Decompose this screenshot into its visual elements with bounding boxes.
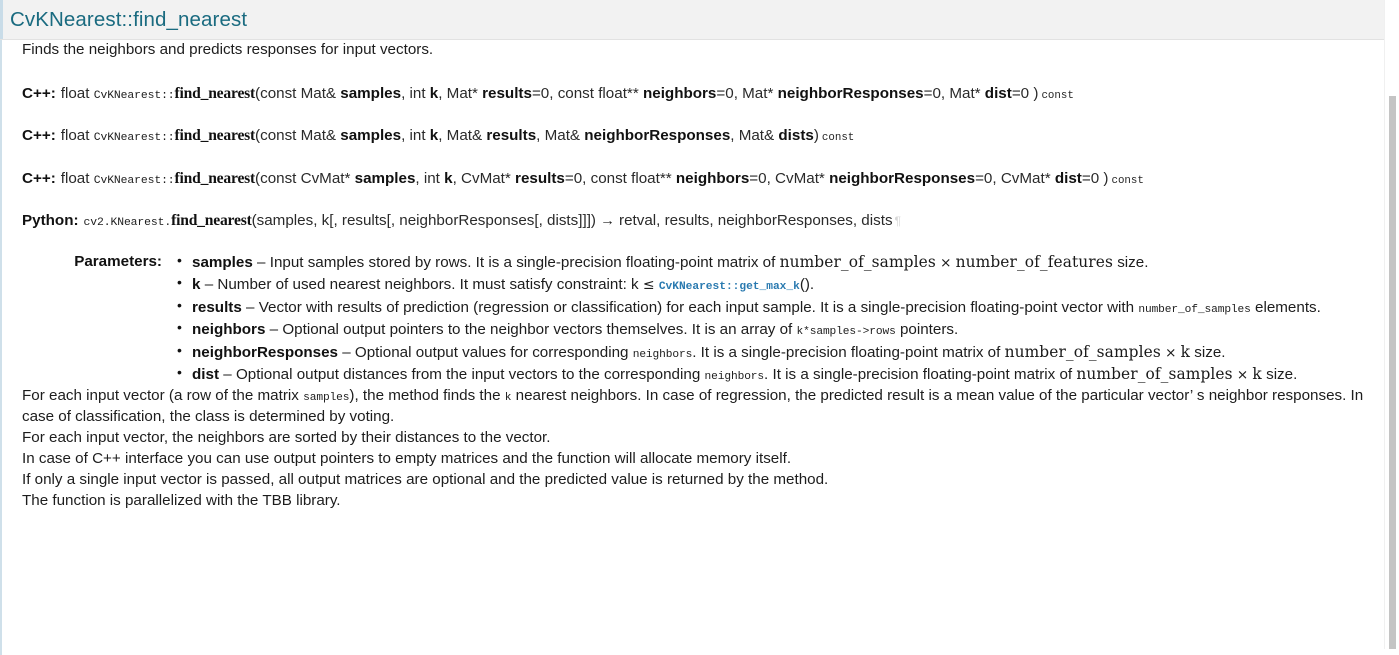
signature-args: const CvMat* samples, int k, CvMat* resu… (260, 169, 1100, 187)
param-text-mid: . It is a single-precision floating-poin… (692, 343, 1001, 361)
python-returns: retval, results, neighborResponses, dist… (619, 211, 893, 229)
signature-qualifier: const (1111, 174, 1144, 187)
less-equal-symbol: ≤ (642, 277, 655, 294)
param-code: number_of_samples (1138, 303, 1251, 316)
param-text-tail: (). (799, 276, 815, 294)
param-name: neighbors (192, 321, 266, 339)
signature-cpp-1: C++: float CvKNearest::find_nearest(const… (22, 84, 1369, 104)
param-text: Number of used nearest neighbors. It mus… (217, 276, 639, 294)
param-code: neighbors (632, 348, 693, 361)
signature-qualifier: const (1041, 89, 1074, 102)
param-math-dim2: number_of_features (955, 253, 1113, 272)
parameters-list: samples – Input samples stored by rows. … (174, 251, 1369, 386)
param-name: neighborResponses (192, 343, 338, 361)
close-paren: ) (1103, 169, 1109, 187)
signature-args: const Mat& samples, int k, Mat* results=… (260, 84, 1030, 102)
signature-python: Python: cv2.KNearest.find_nearest(samples… (22, 211, 1369, 231)
signature-return-type: float (60, 127, 90, 145)
param-math-dim2: k (1252, 365, 1262, 384)
param-name: samples (192, 254, 253, 272)
body-paragraph-4: If only a single input vector is passed,… (22, 471, 829, 489)
documentation-page: CvKNearest::find_nearest Finds the neigh… (0, 0, 1399, 655)
param-math-dim1: number_of_samples (1004, 342, 1161, 361)
param-name: k (192, 276, 201, 294)
param-math-dim1: number_of_samples (779, 253, 936, 272)
signature-language-label: C++: (22, 127, 56, 145)
body-paragraph-2: For each input vector, the neighbors are… (22, 429, 551, 447)
python-module: cv2.KNearest. (83, 216, 172, 229)
param-name: dist (192, 366, 220, 384)
section-header: CvKNearest::find_nearest (0, 0, 1389, 40)
signature-function-name: find_nearest (174, 84, 256, 102)
para-text-1: For each input vector (a row of the matr… (22, 387, 299, 405)
xref-link-get-max-k[interactable]: CvKNearest::get_max_k (659, 281, 800, 293)
body-paragraph-5: The function is parallelized with the TB… (22, 492, 341, 510)
param-math-dim1: number_of_samples (1076, 365, 1233, 384)
intro-paragraph: Finds the neighbors and predicts respons… (22, 41, 434, 58)
signature-args: const Mat& samples, int k, Mat& results,… (260, 127, 814, 145)
param-dash: – (342, 343, 351, 361)
param-text: Input samples stored by rows. It is a si… (269, 254, 776, 272)
param-text: Optional output pointers to the neighbor… (282, 321, 793, 339)
signature-language-label: C++: (22, 169, 56, 187)
param-item-samples: samples – Input samples stored by rows. … (177, 251, 1369, 274)
param-text: Optional output values for corresponding (354, 343, 629, 361)
param-math-dim2: k (1180, 342, 1191, 361)
python-args: (samples, k[, results[, neighborResponse… (251, 211, 596, 229)
body-paragraph-3: In case of C++ interface you can use out… (22, 450, 792, 468)
times-symbol: × (940, 255, 952, 272)
permalink-pilcrow-icon[interactable]: ¶ (895, 214, 901, 228)
para-text-2: ), the method finds the (349, 387, 501, 405)
signature-language-label: C++: (22, 84, 56, 102)
param-text-tail: pointers. (899, 321, 959, 339)
signature-function-name: find_nearest (174, 127, 256, 145)
param-dash: – (257, 254, 266, 272)
param-text-mid: . It is a single-precision floating-poin… (764, 366, 1073, 384)
param-code: neighbors (704, 371, 765, 384)
param-code: k*samples->rows (796, 326, 896, 339)
signature-function-name: find_nearest (174, 169, 256, 187)
param-name: results (192, 298, 242, 316)
parameters-section: Parameters: samples – Input samples stor… (22, 251, 1369, 386)
param-dash: – (269, 321, 279, 339)
param-item-neighbors: neighbors – Optional output pointers to … (177, 318, 1369, 341)
times-symbol: × (1165, 344, 1177, 361)
signature-return-type: float (60, 169, 90, 187)
para-code-samples: samples (303, 392, 350, 405)
param-dash: – (204, 276, 214, 294)
close-paren: ) (813, 127, 819, 145)
param-text: Vector with results of prediction (regre… (258, 298, 1135, 316)
signature-return-type: float (60, 84, 90, 102)
param-dash: – (223, 366, 232, 384)
param-text-tail: size. (1266, 366, 1298, 384)
signature-function-name: find_nearest (171, 211, 252, 229)
signature-scope: CvKNearest:: (93, 132, 175, 145)
body-paragraph-1: For each input vector (a row of the matr… (22, 386, 1369, 428)
scrollbar-up-region[interactable] (1385, 0, 1399, 96)
returns-arrow-icon: → (600, 212, 615, 229)
scrollbar-thumb[interactable] (1389, 96, 1396, 649)
param-item-results: results – Vector with results of predict… (177, 296, 1369, 319)
param-text-tail: elements. (1255, 298, 1321, 316)
signature-language-label: Python: (22, 211, 79, 229)
signature-scope: CvKNearest:: (93, 89, 175, 102)
close-paren: ) (1033, 84, 1039, 102)
signature-cpp-2: C++: float CvKNearest::find_nearest(const… (22, 126, 1369, 146)
documentation-body: Finds the neighbors and predicts respons… (0, 40, 1387, 655)
param-text: Optional output distances from the input… (235, 366, 701, 384)
page-title: CvKNearest::find_nearest (10, 7, 248, 31)
param-item-k: k – Number of used nearest neighbors. It… (177, 273, 1369, 296)
times-symbol: × (1236, 367, 1249, 384)
signature-cpp-3: C++: float CvKNearest::find_nearest(const… (22, 169, 1369, 189)
signature-qualifier: const (821, 132, 855, 145)
param-item-dist: dist – Optional output distances from th… (177, 363, 1369, 386)
param-text-tail: size. (1117, 254, 1149, 272)
vertical-scrollbar[interactable] (1384, 0, 1399, 649)
para-code-k: k (504, 392, 512, 405)
signature-scope: CvKNearest:: (93, 174, 175, 187)
parameters-label: Parameters: (74, 253, 162, 271)
param-text-tail: size. (1194, 343, 1226, 361)
param-dash: – (246, 298, 255, 316)
param-item-neighborresponses: neighborResponses – Optional output valu… (177, 341, 1369, 364)
